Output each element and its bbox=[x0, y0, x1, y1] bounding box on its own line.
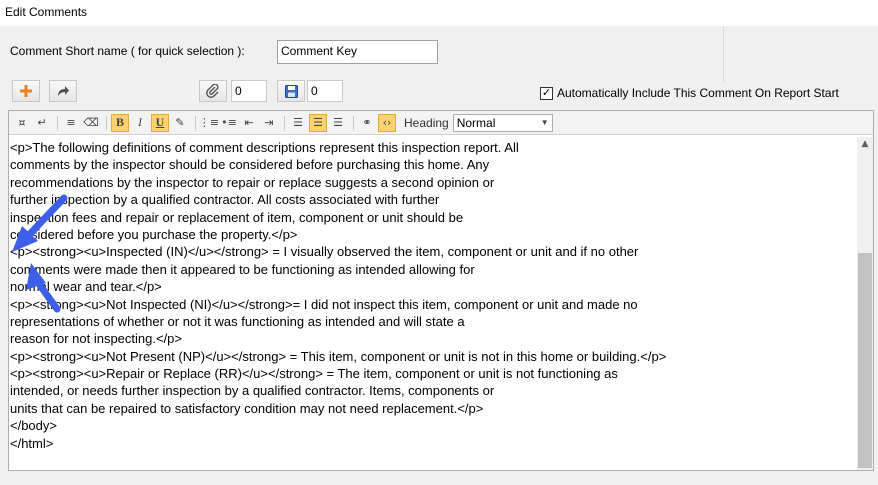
code-line: <p><strong><u>Not Present (NP)</u></stro… bbox=[10, 348, 667, 364]
plus-icon bbox=[20, 85, 32, 97]
html-source-text[interactable]: <p>The following definitions of comment … bbox=[9, 137, 857, 470]
divider bbox=[723, 27, 724, 82]
save-image-button[interactable] bbox=[277, 80, 305, 102]
auto-include-checkbox[interactable]: ✓ bbox=[540, 86, 553, 100]
floppy-icon bbox=[284, 84, 298, 98]
short-name-label: Comment Short name ( for quick selection… bbox=[10, 44, 245, 58]
code-line: comments by the inspector should be cons… bbox=[10, 157, 490, 173]
html-editor: ¤ ↵ ≡ ⌫ B I U ✎ ⋮≡ •≡ ⇤ ⇥ ☰ ☰ ☰ ⚭ ‹› Hea… bbox=[8, 110, 874, 471]
auto-include-label: Automatically Include This Comment On Re… bbox=[557, 86, 839, 100]
title-bar: Edit Comments bbox=[0, 0, 878, 26]
bold-button[interactable]: B bbox=[111, 113, 129, 132]
add-button[interactable] bbox=[12, 80, 40, 102]
align-left-icon[interactable]: ☰ bbox=[289, 114, 307, 132]
line-break-icon[interactable]: ↵ bbox=[33, 114, 51, 132]
code-line: considered before you purchase the prope… bbox=[10, 226, 298, 242]
link-icon[interactable]: ⚭ bbox=[358, 114, 376, 132]
eraser-icon[interactable]: ⌫ bbox=[82, 114, 100, 132]
toolbar-separator bbox=[284, 115, 285, 130]
code-line: intended, or needs further inspection by… bbox=[10, 383, 495, 399]
align-right-icon[interactable]: ☰ bbox=[329, 114, 347, 132]
source-code-icon[interactable]: ‹› bbox=[378, 113, 396, 132]
share-button[interactable] bbox=[49, 80, 77, 102]
window-title: Edit Comments bbox=[5, 5, 88, 19]
code-line: <p>The following definitions of comment … bbox=[10, 140, 519, 155]
code-line: normal wear and tear.</p> bbox=[10, 279, 162, 295]
outdent-icon[interactable]: ⇤ bbox=[240, 114, 258, 132]
brush-icon[interactable]: ✎ bbox=[171, 114, 189, 132]
code-line: <p><strong><u>Inspected (IN)</u></strong… bbox=[10, 244, 639, 260]
scroll-up-icon[interactable]: ▲ bbox=[857, 139, 873, 153]
code-line: <p><strong><u>Not Inspected (NI)</u></st… bbox=[10, 296, 638, 312]
code-line: <p><strong><u>Repair or Replace (RR)</u>… bbox=[10, 366, 618, 382]
paperclip-icon bbox=[206, 84, 219, 98]
heading-dropdown[interactable]: Normal ▼ bbox=[452, 113, 553, 132]
underline-button[interactable]: U bbox=[151, 113, 169, 132]
editor-toolbar: ¤ ↵ ≡ ⌫ B I U ✎ ⋮≡ •≡ ⇤ ⇥ ☰ ☰ ☰ ⚭ ‹› Hea… bbox=[9, 111, 873, 135]
code-line: </body> bbox=[10, 418, 57, 434]
auto-include-option[interactable]: ✓ Automatically Include This Comment On … bbox=[540, 86, 839, 100]
numbered-list-icon[interactable]: ⋮≡ bbox=[199, 114, 219, 132]
horizontal-rule-icon[interactable]: ≡ bbox=[62, 114, 80, 132]
code-line: units that can be repaired to satisfacto… bbox=[10, 400, 484, 416]
heading-value: Normal bbox=[456, 115, 496, 130]
attach-button[interactable] bbox=[199, 80, 227, 102]
indent-icon[interactable]: ⇥ bbox=[260, 114, 278, 132]
code-line: comments were made then it appeared to b… bbox=[10, 261, 475, 277]
align-center-icon[interactable]: ☰ bbox=[309, 113, 327, 132]
heading-label: Heading bbox=[404, 115, 449, 130]
save-count[interactable]: 0 bbox=[307, 80, 343, 102]
toolbar-separator bbox=[106, 115, 107, 130]
scroll-thumb[interactable] bbox=[858, 253, 872, 468]
italic-button[interactable]: I bbox=[131, 114, 149, 132]
paragraph-mark-icon[interactable]: ¤ bbox=[13, 114, 31, 132]
code-line: reason for not inspecting.</p> bbox=[10, 331, 183, 347]
share-arrow-icon bbox=[58, 86, 69, 96]
vertical-scrollbar[interactable]: ▲ bbox=[857, 137, 873, 470]
attach-count[interactable]: 0 bbox=[231, 80, 267, 102]
toolbar-separator bbox=[195, 115, 196, 130]
toolbar-separator bbox=[57, 115, 58, 130]
toolbar-separator bbox=[353, 115, 354, 130]
chevron-down-icon: ▼ bbox=[540, 118, 549, 127]
code-line: inspection fees and repair or replacemen… bbox=[10, 209, 464, 225]
short-name-input[interactable]: Comment Key bbox=[277, 40, 438, 64]
bullet-list-icon[interactable]: •≡ bbox=[220, 114, 238, 132]
code-line: representations of whether or not it was… bbox=[10, 313, 465, 329]
code-line: recommendations by the inspector to repa… bbox=[10, 174, 495, 190]
code-line: </html> bbox=[10, 435, 54, 451]
code-line: further inspection by a qualified contra… bbox=[10, 192, 440, 208]
